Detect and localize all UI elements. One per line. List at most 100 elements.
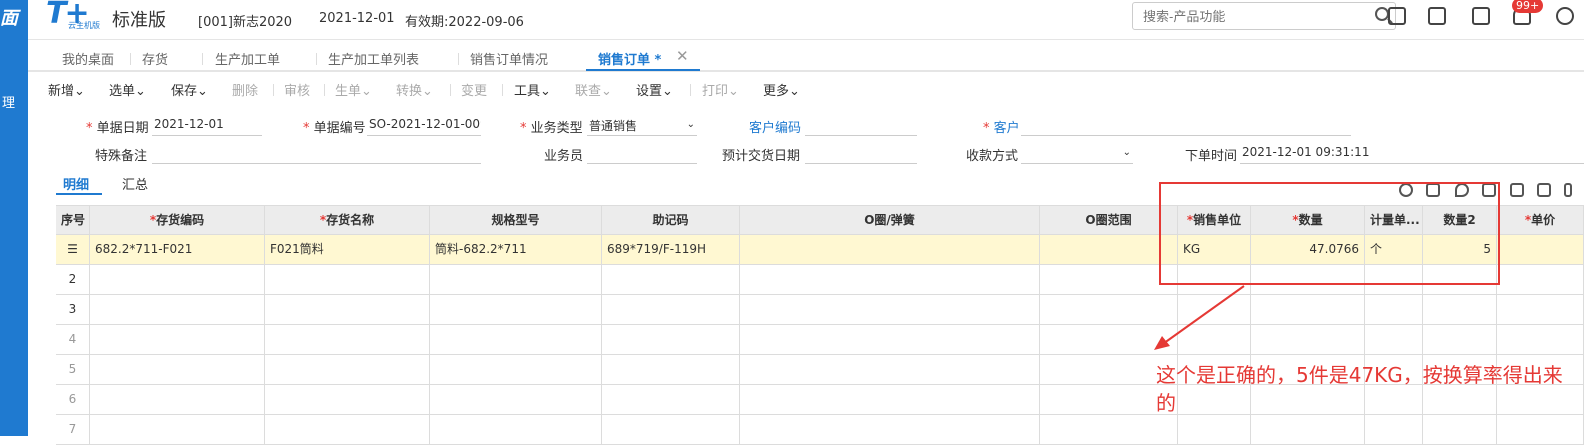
empty-cell[interactable] — [90, 325, 265, 355]
col-header-oring-spring[interactable]: O圈/弹簧 — [740, 205, 1040, 235]
empty-cell[interactable] — [602, 415, 740, 445]
save-button[interactable]: 保存⌄ — [171, 80, 208, 99]
empty-cell[interactable] — [1423, 295, 1497, 325]
close-icon[interactable]: ✕ — [676, 47, 689, 65]
empty-cell[interactable] — [1423, 325, 1497, 355]
empty-cell[interactable] — [1497, 325, 1584, 355]
empty-cell[interactable] — [740, 385, 1040, 415]
biz-type-select[interactable]: 普通销售 ⌄ — [587, 117, 697, 136]
print-button[interactable]: 打印⌄ — [702, 80, 739, 99]
sidebar-glyph-top[interactable]: 面 — [0, 4, 18, 30]
account-label[interactable]: [001]新志2020 — [198, 11, 292, 30]
empty-cell[interactable] — [265, 355, 430, 385]
empty-cell[interactable] — [90, 265, 265, 295]
empty-cell[interactable] — [602, 325, 740, 355]
empty-cell[interactable] — [1178, 415, 1251, 445]
doc-date-field[interactable]: 2021-12-01 — [152, 117, 262, 136]
payment-select[interactable]: ⌄ — [1021, 145, 1133, 164]
tools-button[interactable]: 工具⌄ — [514, 80, 551, 99]
linked-query-button[interactable]: 联查⌄ — [575, 80, 612, 99]
empty-cell[interactable] — [602, 355, 740, 385]
empty-cell[interactable] — [430, 295, 602, 325]
cell-oring-range[interactable] — [1040, 235, 1178, 265]
empty-cell[interactable] — [1365, 325, 1423, 355]
search-box[interactable] — [1132, 2, 1396, 30]
empty-cell[interactable] — [265, 415, 430, 445]
search-icon[interactable] — [1375, 7, 1389, 21]
settings-button[interactable]: 设置⌄ — [636, 80, 673, 99]
empty-cell[interactable] — [1497, 295, 1584, 325]
empty-cell[interactable] — [1365, 415, 1423, 445]
col-header-unit-price[interactable]: *单价 — [1497, 205, 1584, 235]
approve-button[interactable]: 审核 — [284, 80, 310, 99]
generate-doc-button[interactable]: 生单⌄ — [335, 80, 372, 99]
new-button[interactable]: 新增⌄ — [48, 80, 85, 99]
empty-cell[interactable] — [430, 385, 602, 415]
subtab-summary[interactable]: 汇总 — [122, 174, 148, 193]
empty-cell[interactable] — [90, 415, 265, 445]
empty-cell[interactable] — [1497, 415, 1584, 445]
tab-production-order[interactable]: 生产加工单 — [215, 49, 280, 68]
subtab-detail[interactable]: 明细 — [63, 174, 89, 193]
empty-cell[interactable] — [740, 355, 1040, 385]
delete-row-icon[interactable] — [1537, 183, 1551, 197]
change-button[interactable]: 变更 — [461, 80, 487, 99]
empty-cell[interactable] — [265, 295, 430, 325]
empty-cell[interactable] — [740, 295, 1040, 325]
more-button[interactable]: 更多⌄ — [763, 80, 800, 99]
empty-cell[interactable] — [1251, 415, 1365, 445]
empty-cell[interactable] — [90, 295, 265, 325]
order-time-field[interactable]: 2021-12-01 09:31:11 — [1240, 145, 1584, 164]
empty-cell[interactable] — [90, 355, 265, 385]
remark-field[interactable] — [152, 145, 481, 164]
customer-code-label[interactable]: 客户编码 — [749, 117, 801, 136]
delivery-date-field[interactable] — [805, 145, 917, 164]
tab-production-order-list[interactable]: 生产加工单列表 — [328, 49, 419, 68]
empty-cell[interactable] — [1251, 295, 1365, 325]
cell-mnemonic[interactable]: 689*719/F-119H — [602, 235, 740, 265]
empty-cell[interactable] — [740, 325, 1040, 355]
convert-button[interactable]: 转换⌄ — [396, 80, 433, 99]
empty-cell[interactable] — [740, 265, 1040, 295]
salesman-field[interactable] — [587, 145, 697, 164]
empty-cell[interactable] — [265, 325, 430, 355]
copy-row-icon[interactable] — [1510, 183, 1524, 197]
empty-cell[interactable] — [1365, 295, 1423, 325]
col-header-mnemonic[interactable]: 助记码 — [602, 205, 740, 235]
empty-cell[interactable] — [90, 385, 265, 415]
cell-item-code[interactable]: 682.2*711-F021 — [90, 235, 265, 265]
more-icon[interactable] — [1564, 183, 1572, 197]
empty-cell[interactable] — [602, 295, 740, 325]
cell-item-name[interactable]: F021筒料 — [265, 235, 430, 265]
customer-field[interactable] — [1021, 117, 1351, 136]
phone-icon[interactable] — [1556, 7, 1574, 25]
cell-spec[interactable]: 筒料-682.2*711 — [430, 235, 602, 265]
empty-cell[interactable] — [1423, 415, 1497, 445]
doc-no-field[interactable]: SO-2021-12-01-009 — [367, 117, 481, 136]
empty-cell[interactable] — [1040, 415, 1178, 445]
customer-label[interactable]: * 客户 — [983, 117, 1020, 136]
col-header-oring-range[interactable]: O圈范围 — [1040, 205, 1178, 235]
customer-code-field[interactable] — [805, 117, 917, 136]
empty-cell[interactable] — [430, 325, 602, 355]
empty-cell[interactable] — [430, 355, 602, 385]
search-input[interactable] — [1133, 3, 1353, 29]
checklist-icon[interactable] — [1428, 7, 1446, 25]
cell-oring-spring[interactable] — [740, 235, 1040, 265]
tab-sales-order[interactable]: 销售订单 * — [598, 49, 661, 68]
empty-cell[interactable] — [430, 265, 602, 295]
document-icon[interactable] — [1388, 7, 1406, 25]
empty-cell[interactable] — [265, 265, 430, 295]
col-header-spec[interactable]: 规格型号 — [430, 205, 602, 235]
select-button[interactable]: 选单⌄ — [109, 80, 146, 99]
message-icon[interactable] — [1472, 7, 1490, 25]
tab-desktop[interactable]: 我的桌面 — [62, 49, 114, 68]
row-handle-icon[interactable]: ☰ — [56, 235, 90, 265]
empty-cell[interactable] — [1251, 325, 1365, 355]
empty-cell[interactable] — [1497, 265, 1584, 295]
tab-inventory[interactable]: 存货 — [142, 49, 168, 68]
empty-cell[interactable] — [265, 385, 430, 415]
empty-cell[interactable] — [740, 415, 1040, 445]
cell-unit-price[interactable] — [1497, 235, 1584, 265]
empty-cell[interactable] — [602, 265, 740, 295]
